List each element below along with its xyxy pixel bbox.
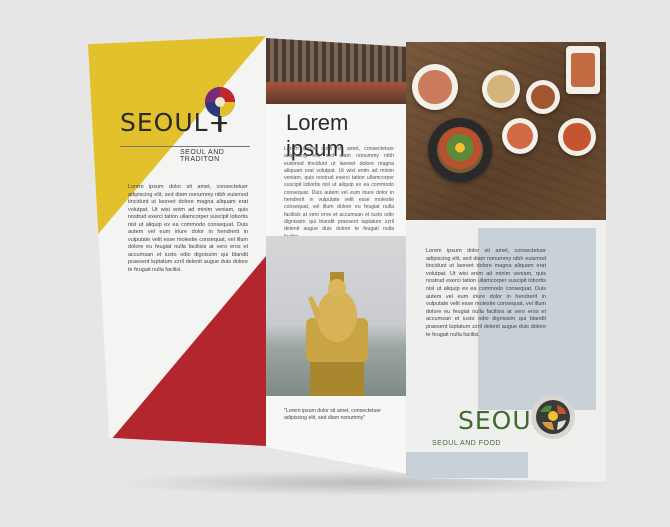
food-dish <box>502 118 538 154</box>
food-dish <box>558 118 596 156</box>
tagline-left: SEOUL AND TRADITON <box>180 149 225 163</box>
roof-beam <box>266 82 406 104</box>
body-text-left: Lorem ipsum dolor sit amet, consectetuer… <box>128 184 248 273</box>
food-dish <box>566 46 600 94</box>
bibimbap-bowl <box>428 118 492 182</box>
color-block-blue <box>406 452 528 478</box>
red-triangle <box>105 256 266 446</box>
panel-left: SEOUL+ SEOUL AND TRADITON Lorem ipsum do… <box>88 36 266 446</box>
body-text-middle: Lorem ipsum dolor sit amet, consectetuer… <box>284 146 394 240</box>
food-photo <box>406 42 606 220</box>
tagline-right: SEOUL AND FOOD <box>432 440 501 447</box>
food-bowl-icon <box>531 395 575 439</box>
food-dish <box>526 80 560 114</box>
fan-icon <box>205 87 235 132</box>
divider-line <box>120 146 250 147</box>
food-dish <box>482 70 520 108</box>
body-text-right: Lorem ipsum dolor sit amet, consectetuer… <box>426 248 546 338</box>
panel-right: Lorem ipsum dolor sit amet, consectetuer… <box>406 42 606 482</box>
statue-photo <box>266 236 406 396</box>
brochure-mockup: SEOUL+ SEOUL AND TRADITON Lorem ipsum do… <box>0 0 670 527</box>
statue-figure <box>306 272 368 396</box>
food-dish <box>412 64 458 110</box>
panel-middle: Lorem ipsum Lorem ipsum dolor sit amet, … <box>266 38 406 474</box>
photo-caption: "Lorem ipsum dolor sit amet, consectetue… <box>284 408 381 421</box>
